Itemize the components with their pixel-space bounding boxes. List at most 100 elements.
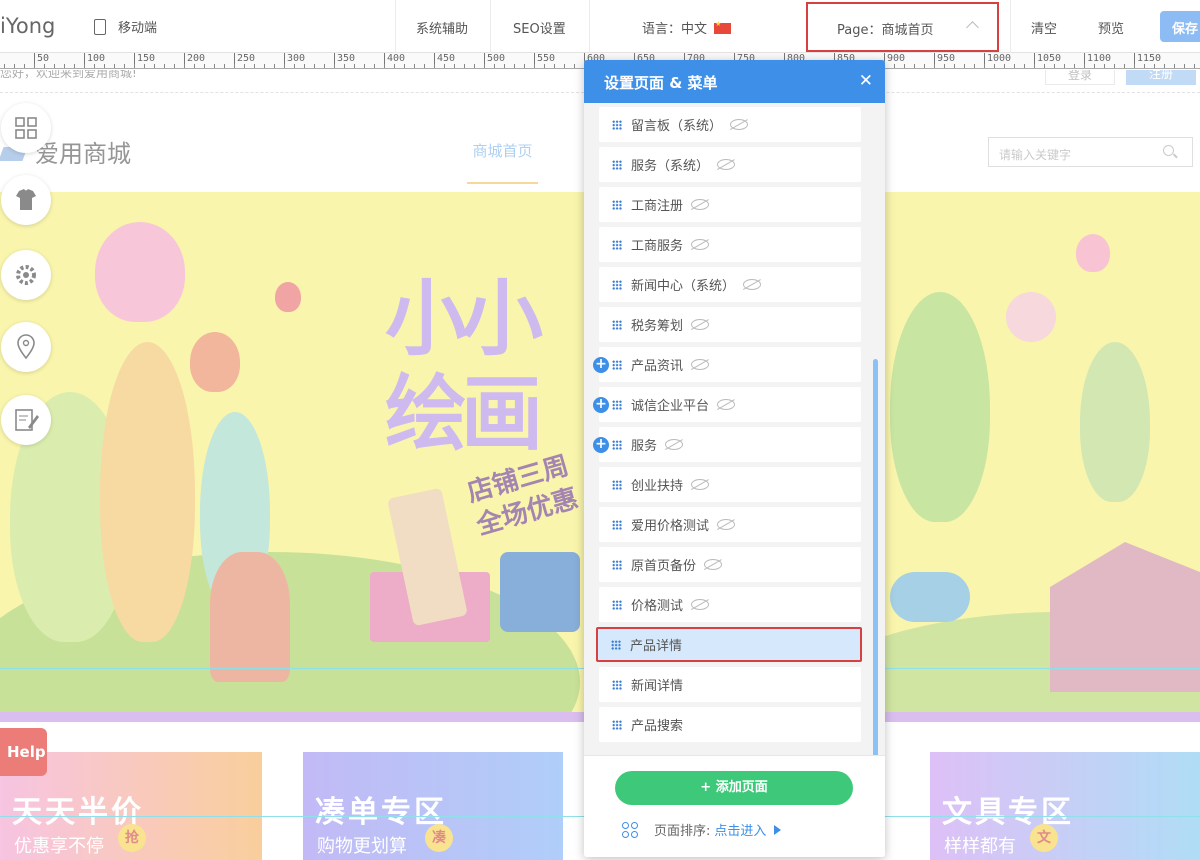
add-page-button[interactable]: + 添加页面 (615, 771, 853, 805)
eye-hidden-icon[interactable] (691, 239, 710, 250)
ruler-tick (1034, 64, 1035, 68)
drag-handle-icon[interactable] (612, 519, 622, 530)
page-menu-dialog: 设置页面 & 菜单 ✕ 留言板（系统） 服务（系统） 工商注册工商服务新闻中心（系统… (584, 60, 885, 857)
page-list-item-label: 服务 (631, 439, 658, 454)
page-list-item[interactable]: 服务（系统） (599, 147, 861, 182)
ruler-tick (364, 64, 365, 68)
page-list-item[interactable]: 服务 (599, 427, 861, 462)
drag-handle-icon[interactable] (612, 439, 622, 450)
page-list-item[interactable]: 诚信企业平台 (599, 387, 861, 422)
map-pin-icon (17, 334, 35, 360)
promo-card[interactable]: 凑单专区 购物更划算 凑 (303, 752, 563, 860)
top-toolbar: iYong 移动端 系统辅助 SEO设置 语言：中文 Page：商城首页 清空 … (0, 0, 1200, 53)
drag-handle-icon[interactable] (612, 279, 622, 290)
modules-button[interactable] (1, 103, 51, 153)
seo-settings-button[interactable]: SEO设置 (513, 18, 566, 37)
sort-enter-link[interactable]: 点击进入 (714, 820, 766, 839)
ruler-tick (314, 64, 315, 68)
ruler-tick (894, 64, 895, 68)
theme-button[interactable] (1, 175, 51, 225)
add-subpage-icon[interactable]: + (593, 437, 609, 453)
eye-hidden-icon[interactable] (704, 559, 723, 570)
eye-hidden-icon[interactable] (691, 479, 710, 490)
preview-button[interactable]: 预览 (1098, 18, 1124, 37)
search-input[interactable]: 请输入关键字 (988, 137, 1193, 167)
ruler-tick (294, 64, 295, 68)
page-list-item[interactable]: 留言板（系统） (599, 107, 861, 142)
drag-handle-icon[interactable] (612, 559, 622, 570)
add-subpage-icon[interactable]: + (593, 397, 609, 413)
add-subpage-icon[interactable]: + (593, 357, 609, 373)
help-button[interactable]: Help (0, 728, 47, 776)
nav-item-home[interactable]: 商城首页 (467, 140, 538, 184)
balloon-illustration (1076, 234, 1110, 272)
ruler-tick (904, 64, 905, 68)
page-list-item[interactable]: 产品资讯 (599, 347, 861, 382)
save-button[interactable]: 保存 (1160, 11, 1200, 42)
ruler-tick (964, 64, 965, 68)
ruler-tick (544, 64, 545, 68)
system-assist-button[interactable]: 系统辅助 (416, 18, 468, 37)
ruler-tick (334, 64, 335, 68)
drag-handle-icon[interactable] (612, 599, 622, 610)
page-list-item[interactable]: 税务筹划 (599, 307, 861, 342)
eye-hidden-icon[interactable] (691, 199, 710, 210)
ruler-tick (54, 64, 55, 68)
login-button[interactable]: 登录 (1045, 70, 1115, 85)
page-list-item[interactable]: 创业扶持 (599, 467, 861, 502)
page-list-item[interactable]: 工商注册 (599, 187, 861, 222)
ruler-tick (1124, 64, 1125, 68)
eye-hidden-icon[interactable] (691, 599, 710, 610)
reading-person-illustration (890, 572, 970, 622)
page-list-item[interactable]: 工商服务 (599, 227, 861, 262)
page-selector-dropdown[interactable]: Page：商城首页 (806, 2, 999, 52)
page-list-item[interactable]: 原首页备份 (599, 547, 861, 582)
language-selector[interactable]: 语言：中文 (642, 18, 732, 37)
mobile-view-button[interactable]: 移动端 (94, 17, 157, 36)
eye-hidden-icon[interactable] (717, 159, 736, 170)
clear-button[interactable]: 清空 (1031, 18, 1057, 37)
drag-handle-icon[interactable] (612, 199, 622, 210)
close-icon[interactable]: ✕ (859, 71, 873, 91)
page-list-item[interactable]: 价格测试 (599, 587, 861, 622)
settings-button[interactable] (1, 250, 51, 300)
scrollbar[interactable] (873, 359, 878, 755)
drag-handle-icon[interactable] (612, 239, 622, 250)
drag-handle-icon[interactable] (611, 639, 621, 650)
edit-button[interactable] (1, 395, 51, 445)
eye-hidden-icon[interactable] (730, 119, 749, 130)
app-logo: iYong (0, 14, 56, 38)
promo-card[interactable]: 文具专区 样样都有 文 (930, 752, 1200, 860)
ruler-tick (554, 64, 555, 68)
banner-title: 小小绘画 (385, 272, 543, 462)
ruler-tick (344, 64, 345, 68)
promo-card-subtitle: 优惠享不停 (14, 836, 104, 857)
page-list-item[interactable]: 新闻中心（系统） (599, 267, 861, 302)
register-button[interactable]: 注册 (1126, 70, 1196, 85)
search-icon[interactable] (1163, 145, 1174, 156)
promo-card-subtitle: 购物更划算 (317, 836, 407, 857)
page-list-item[interactable]: 产品搜索 (599, 707, 861, 742)
eye-hidden-icon[interactable] (743, 279, 762, 290)
ruler-tick (134, 64, 135, 68)
eye-hidden-icon[interactable] (691, 359, 710, 370)
drag-handle-icon[interactable] (612, 479, 622, 490)
drag-handle-icon[interactable] (612, 359, 622, 370)
drag-handle-icon[interactable] (612, 319, 622, 330)
drag-handle-icon[interactable] (612, 399, 622, 410)
page-list-item[interactable]: 新闻详情 (599, 667, 861, 702)
drag-handle-icon[interactable] (612, 159, 622, 170)
eye-hidden-icon[interactable] (717, 519, 736, 530)
drag-handle-icon[interactable] (612, 719, 622, 730)
banner-tree (1080, 342, 1150, 502)
drag-handle-icon[interactable] (612, 119, 622, 130)
page-list-item[interactable]: 爱用价格测试 (599, 507, 861, 542)
location-button[interactable] (1, 322, 51, 372)
drag-handle-icon[interactable] (612, 679, 622, 690)
eye-hidden-icon[interactable] (717, 399, 736, 410)
eye-hidden-icon[interactable] (691, 319, 710, 330)
dialog-header: 设置页面 & 菜单 ✕ (584, 60, 885, 103)
ruler-tick (174, 64, 175, 68)
page-list-item[interactable]: 产品详情 (596, 627, 862, 662)
eye-hidden-icon[interactable] (665, 439, 684, 450)
